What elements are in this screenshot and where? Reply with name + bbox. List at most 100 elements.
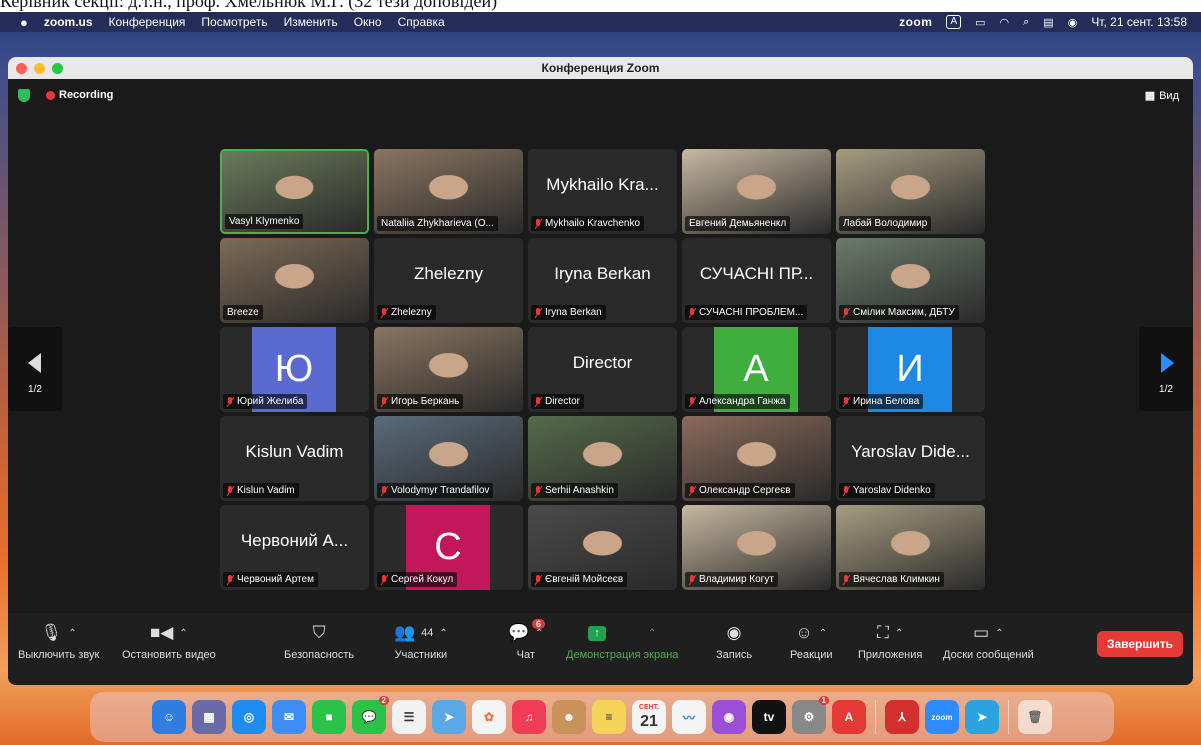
apple-tv-icon[interactable]: tv xyxy=(752,700,786,734)
chevron-up-icon[interactable]: ⌃ xyxy=(648,628,656,639)
muted-microphone-icon xyxy=(381,574,388,585)
zoom-status-icon[interactable]: zoom xyxy=(899,15,932,29)
participant-tile[interactable]: Iryna Berkan Iryna Berkan xyxy=(528,238,677,323)
whiteboards-button[interactable]: ▭ ⌃ Доски сообщений xyxy=(943,621,1034,661)
participant-tile[interactable]: Вячеслав Климкин xyxy=(836,505,985,590)
calendar-icon[interactable]: СЕНТ. 21 xyxy=(632,700,666,734)
participant-tile[interactable]: Zhelezny Zhelezny xyxy=(374,238,523,323)
participant-tile[interactable]: Serhii Anashkin xyxy=(528,416,677,501)
participant-tile[interactable]: Игорь Беркань xyxy=(374,327,523,412)
participant-tile[interactable]: Ю Юрий Желиба xyxy=(220,327,369,412)
participant-tile[interactable]: Лабай Володимир xyxy=(836,149,985,234)
autocad-icon[interactable]: A xyxy=(832,700,866,734)
previous-page-button[interactable]: 1/2 xyxy=(8,327,62,411)
end-meeting-button[interactable]: Завершить xyxy=(1096,631,1183,657)
menu-view[interactable]: Посмотреть xyxy=(201,15,267,29)
meeting-toolbar: 🎙 ⌃ Выключить звук ■◀ ⌃ Остановить видео ⛉… xyxy=(8,613,1193,685)
trash-icon[interactable]: 🗑 xyxy=(1018,700,1052,734)
participant-name-label: Лабай Володимир xyxy=(839,216,932,231)
participant-tile[interactable]: Смілик Максим, ДБТУ xyxy=(836,238,985,323)
participant-tile[interactable]: Kislun Vadim Kislun Vadim xyxy=(220,416,369,501)
contacts-icon[interactable]: ☻ xyxy=(552,700,586,734)
participant-tile[interactable]: Mykhailo Kra... Mykhailo Kravchenko xyxy=(528,149,677,234)
maps-icon[interactable]: ➤ xyxy=(432,700,466,734)
chevron-up-icon[interactable]: ⌃ xyxy=(995,628,1003,639)
participant-tile[interactable]: C Сергей Кокул xyxy=(374,505,523,590)
record-button[interactable]: ◉ Запись xyxy=(716,621,752,661)
participant-tile[interactable]: Євгеній Мойсеєв xyxy=(528,505,677,590)
reminders-icon[interactable]: ☰ xyxy=(392,700,426,734)
zoom-window-button[interactable] xyxy=(52,63,63,74)
acrobat-icon[interactable]: ⅄ xyxy=(885,700,919,734)
photos-icon[interactable]: ✿ xyxy=(472,700,506,734)
zoom-app-icon[interactable]: zoom xyxy=(925,700,959,734)
participant-tile[interactable]: Breeze xyxy=(220,238,369,323)
chevron-up-icon[interactable]: ⌃ xyxy=(535,628,543,639)
security-button[interactable]: ⛉ Безопасность xyxy=(284,621,354,661)
menu-edit[interactable]: Изменить xyxy=(284,15,338,29)
chevron-up-icon[interactable]: ⌃ xyxy=(179,628,187,639)
chevron-up-icon[interactable]: ⌃ xyxy=(68,628,76,639)
mute-button[interactable]: 🎙 ⌃ Выключить звук xyxy=(18,621,99,661)
chevron-up-icon[interactable]: ⌃ xyxy=(819,628,827,639)
chat-button[interactable]: 💬 6 ⌃ Чат xyxy=(508,619,546,661)
participant-tile[interactable]: СУЧАСНІ ПР... СУЧАСНІ ПРОБЛЕМ... xyxy=(682,238,831,323)
close-window-button[interactable] xyxy=(16,63,27,74)
chevron-up-icon[interactable]: ⌃ xyxy=(439,628,447,639)
notes-icon[interactable]: ≡ xyxy=(592,700,626,734)
control-center-icon[interactable]: ▤ xyxy=(1043,16,1053,29)
participant-name-label: Ирина Белова xyxy=(839,394,924,409)
participant-name-label: Червоний Артем xyxy=(223,572,318,587)
reactions-button[interactable]: ☺ ⌃ Реакции xyxy=(790,621,833,661)
menu-help[interactable]: Справка xyxy=(398,15,445,29)
messages-icon[interactable]: 💬 2 xyxy=(352,696,389,734)
minimize-window-button[interactable] xyxy=(34,63,45,74)
mail-icon[interactable]: ✉ xyxy=(272,700,306,734)
safari-icon[interactable]: ◎ xyxy=(232,700,266,734)
participant-name-label: Смілик Максим, ДБТУ xyxy=(839,305,959,320)
next-page-button[interactable]: 1/2 xyxy=(1139,327,1193,411)
menubar-clock[interactable]: Чт, 21 сент. 13:58 xyxy=(1091,15,1187,29)
share-screen-button[interactable]: ↑ ⌃ Демонстрация экрана xyxy=(566,621,678,661)
menu-window[interactable]: Окно xyxy=(354,15,382,29)
menu-conference[interactable]: Конференция xyxy=(109,15,186,29)
facetime-icon[interactable]: ■ xyxy=(312,700,346,734)
recording-indicator[interactable]: Recording xyxy=(46,89,113,101)
podcasts-icon[interactable]: ◉ xyxy=(712,700,746,734)
finder-icon[interactable]: ☺ xyxy=(152,700,186,734)
participant-tile[interactable]: Nataliia Zhykharieva (O... xyxy=(374,149,523,234)
participant-tile[interactable]: A Александра Ганжа xyxy=(682,327,831,412)
record-label: Запись xyxy=(716,649,753,661)
siri-icon[interactable]: ◉ xyxy=(1068,16,1078,29)
participant-tile[interactable]: Director Director xyxy=(528,327,677,412)
menu-app-name[interactable]: zoom.us xyxy=(44,15,93,29)
participant-tile[interactable]: И Ирина Белова xyxy=(836,327,985,412)
page-indicator-right: 1/2 xyxy=(1159,384,1173,395)
battery-icon[interactable]: ▭ xyxy=(975,16,985,29)
apple-icon[interactable]: ● xyxy=(20,15,28,30)
participant-tile[interactable]: Червоний А... Червоний Артем xyxy=(220,505,369,590)
participant-tile[interactable]: Vasyl Klymenko xyxy=(220,149,369,234)
view-button[interactable]: ▦ Вид xyxy=(1145,89,1179,103)
desktop: ● zoom.us Конференция Посмотреть Изменит… xyxy=(0,12,1201,745)
wifi-icon[interactable]: ◠ xyxy=(1000,16,1010,29)
participant-tile[interactable]: Volodymyr Trandafilov xyxy=(374,416,523,501)
participant-tile[interactable]: Олександр Сергеєв xyxy=(682,416,831,501)
system-settings-icon[interactable]: ⚙ 1 xyxy=(792,696,829,734)
launchpad-icon[interactable]: ▦ xyxy=(192,700,226,734)
telegram-icon[interactable]: ➤ xyxy=(965,700,999,734)
participant-tile[interactable]: Евгений Демьяненкл xyxy=(682,149,831,234)
stop-video-button[interactable]: ■◀ ⌃ Остановить видео xyxy=(122,621,216,661)
freeform-icon[interactable]: 〰 xyxy=(672,700,706,734)
participant-tile[interactable]: Yaroslav Dide... Yaroslav Didenko xyxy=(836,416,985,501)
search-icon[interactable]: ⌕ xyxy=(1023,16,1029,29)
participant-tile[interactable]: Владимир Когут xyxy=(682,505,831,590)
participants-button[interactable]: 👥 44 ⌃ Участники xyxy=(394,621,448,661)
music-icon[interactable]: ♫ xyxy=(512,700,546,734)
participant-display-name: Iryna Berkan xyxy=(554,264,651,283)
participant-name-label: Vasyl Klymenko xyxy=(225,214,304,229)
chevron-up-icon[interactable]: ⌃ xyxy=(895,628,903,639)
apps-button[interactable]: ⛶ ⌃ Приложения xyxy=(858,621,922,661)
input-source-icon[interactable]: A xyxy=(946,15,962,29)
encryption-shield-icon[interactable] xyxy=(18,89,30,102)
